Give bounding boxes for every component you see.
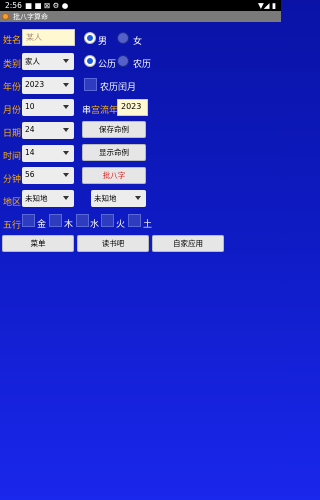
element-label-water: 水 [90,220,100,230]
region-select-2[interactable]: 未知地 [91,190,146,207]
gender-male-label: 男 [98,37,108,47]
chevron-down-icon [135,196,141,200]
region-select-1[interactable]: 未知地 [22,190,74,207]
region-value-2: 未知地 [94,194,117,203]
calendar-gregorian-label: 公历 [98,60,117,70]
bazi-button[interactable]: 批八字 [82,167,146,184]
app-title-bar: 批八字算命 [0,11,281,22]
app-title: 批八字算命 [13,13,48,21]
day-label: 日期 [3,129,22,139]
element-label-earth: 土 [143,220,153,230]
status-bar: 2:56 ■ ■ ⊠ ⚙ ● ▼◢ ▮ [0,0,281,11]
name-label: 姓名 [3,36,22,46]
leap-month-label: 农历闰月 [100,83,137,93]
save-case-button[interactable]: 保存命例 [82,121,146,138]
clock: 2:56 [5,1,22,10]
minute-label: 分钟 [3,175,22,185]
element-checkbox-fire[interactable] [101,214,114,227]
day-select[interactable]: 24 [22,122,74,139]
element-label-metal: 金 [37,220,47,230]
gender-male-radio[interactable] [84,32,96,44]
day-value: 24 [25,125,35,134]
minute-value: 56 [25,170,35,179]
element-checkbox-wood[interactable] [49,214,62,227]
gender-female-label: 女 [133,37,143,47]
chevron-down-icon [63,83,69,87]
region-value-1: 未知地 [25,194,48,203]
hour-value: 14 [25,148,35,157]
chevron-down-icon [63,173,69,177]
year-select[interactable]: 2023 [22,77,74,94]
element-label-fire: 火 [116,220,126,230]
region-label: 地区 [3,198,22,208]
chevron-down-icon [63,196,69,200]
hour-select[interactable]: 14 [22,145,74,162]
element-checkbox-metal[interactable] [22,214,35,227]
month-label: 月份 [3,106,22,116]
palace-year-label: 宫流年 [91,106,119,116]
name-input[interactable]: 某人 [22,29,75,46]
calendar-lunar-radio[interactable] [117,55,129,67]
year-value: 2023 [25,80,45,89]
apps-button[interactable]: 自家应用 [152,235,224,252]
month-select[interactable]: 10 [22,99,74,116]
calendar-lunar-label: 农历 [133,60,152,70]
chevron-down-icon [63,128,69,132]
year-label: 年份 [3,83,22,93]
minute-select[interactable]: 56 [22,167,74,184]
menu-button[interactable]: 菜单 [2,235,74,252]
chevron-down-icon [63,59,69,63]
palace-year-input[interactable]: 2023 [117,99,148,116]
calendar-gregorian-radio[interactable] [84,55,96,67]
leap-month-checkbox[interactable] [84,78,97,91]
reading-button[interactable]: 读书吧 [77,235,149,252]
show-case-button[interactable]: 显示命例 [82,144,146,161]
gender-female-radio[interactable] [117,32,129,44]
element-checkbox-earth[interactable] [128,214,141,227]
month-value: 10 [25,102,35,111]
palace-prefix: 串 [82,106,92,116]
element-label-wood: 木 [64,220,74,230]
hour-label: 时间 [3,152,22,162]
chevron-down-icon [63,105,69,109]
battery-icon: ▼◢ ▮ [257,1,276,10]
notification-icons: ■ ■ ⊠ ⚙ ● [25,1,69,10]
category-value: 家人 [25,57,40,66]
app-icon [2,13,9,20]
category-label: 类别 [3,60,22,70]
chevron-down-icon [63,151,69,155]
five-elements-label: 五行 [3,221,22,231]
category-select[interactable]: 家人 [22,53,74,70]
element-checkbox-water[interactable] [76,214,89,227]
